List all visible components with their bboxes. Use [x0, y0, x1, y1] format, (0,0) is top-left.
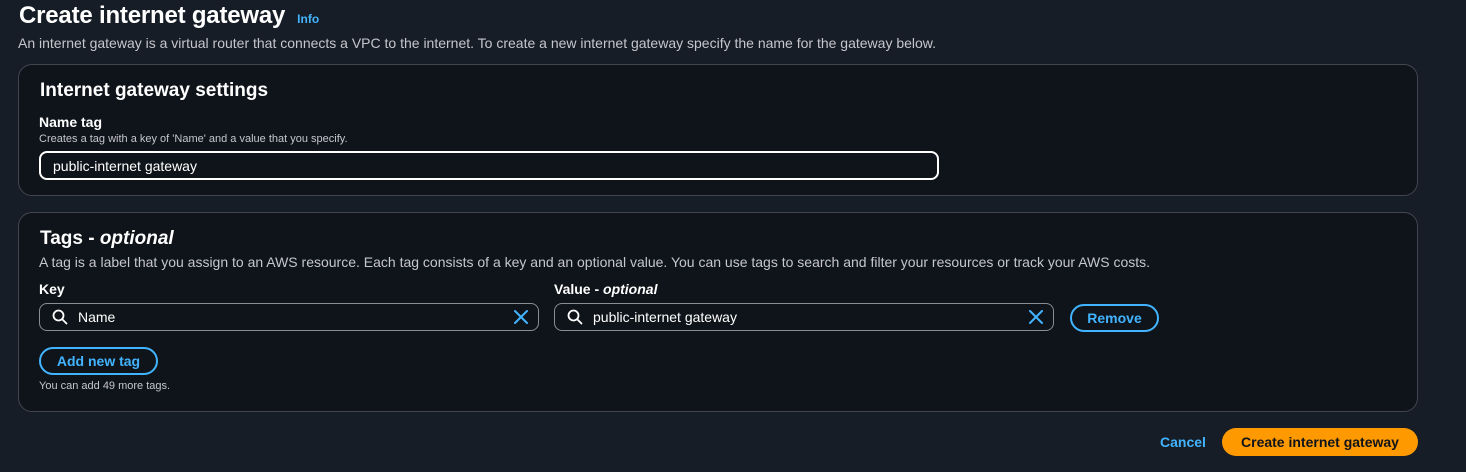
name-tag-description: Creates a tag with a key of 'Name' and a… [39, 133, 348, 145]
tags-panel: Tags - optional A tag is a label that yo… [18, 212, 1418, 412]
tag-value-value: public-internet gateway [593, 309, 737, 325]
add-new-tag-button[interactable]: Add new tag [39, 347, 158, 375]
gateway-settings-panel: Internet gateway settings Name tag Creat… [18, 64, 1418, 196]
key-label: Key [39, 281, 65, 297]
create-internet-gateway-button[interactable]: Create internet gateway [1222, 428, 1418, 456]
search-icon [567, 309, 583, 325]
page-description: An internet gateway is a virtual router … [18, 35, 937, 51]
search-icon [52, 309, 68, 325]
tag-key-value: Name [78, 309, 116, 325]
page-header: Create internet gateway Info [19, 2, 319, 30]
cancel-button[interactable]: Cancel [1160, 434, 1206, 450]
tag-value-input[interactable]: public-internet gateway [554, 303, 1054, 331]
name-tag-label: Name tag [39, 114, 103, 130]
name-tag-input[interactable]: public-internet gateway [39, 151, 939, 180]
info-link[interactable]: Info [297, 12, 319, 26]
close-icon[interactable] [514, 310, 528, 324]
remaining-tags-text: You can add 49 more tags. [39, 380, 171, 392]
value-label: Value - optional [554, 281, 658, 297]
panel-title: Internet gateway settings [40, 80, 269, 101]
page-title: Create internet gateway [19, 2, 286, 29]
name-tag-value: public-internet gateway [53, 157, 197, 174]
panel-title: Tags - optional [40, 228, 174, 249]
remove-tag-button[interactable]: Remove [1070, 304, 1159, 332]
tags-description: A tag is a label that you assign to an A… [39, 254, 1151, 270]
tag-key-input[interactable]: Name [39, 303, 539, 331]
close-icon[interactable] [1029, 310, 1043, 324]
